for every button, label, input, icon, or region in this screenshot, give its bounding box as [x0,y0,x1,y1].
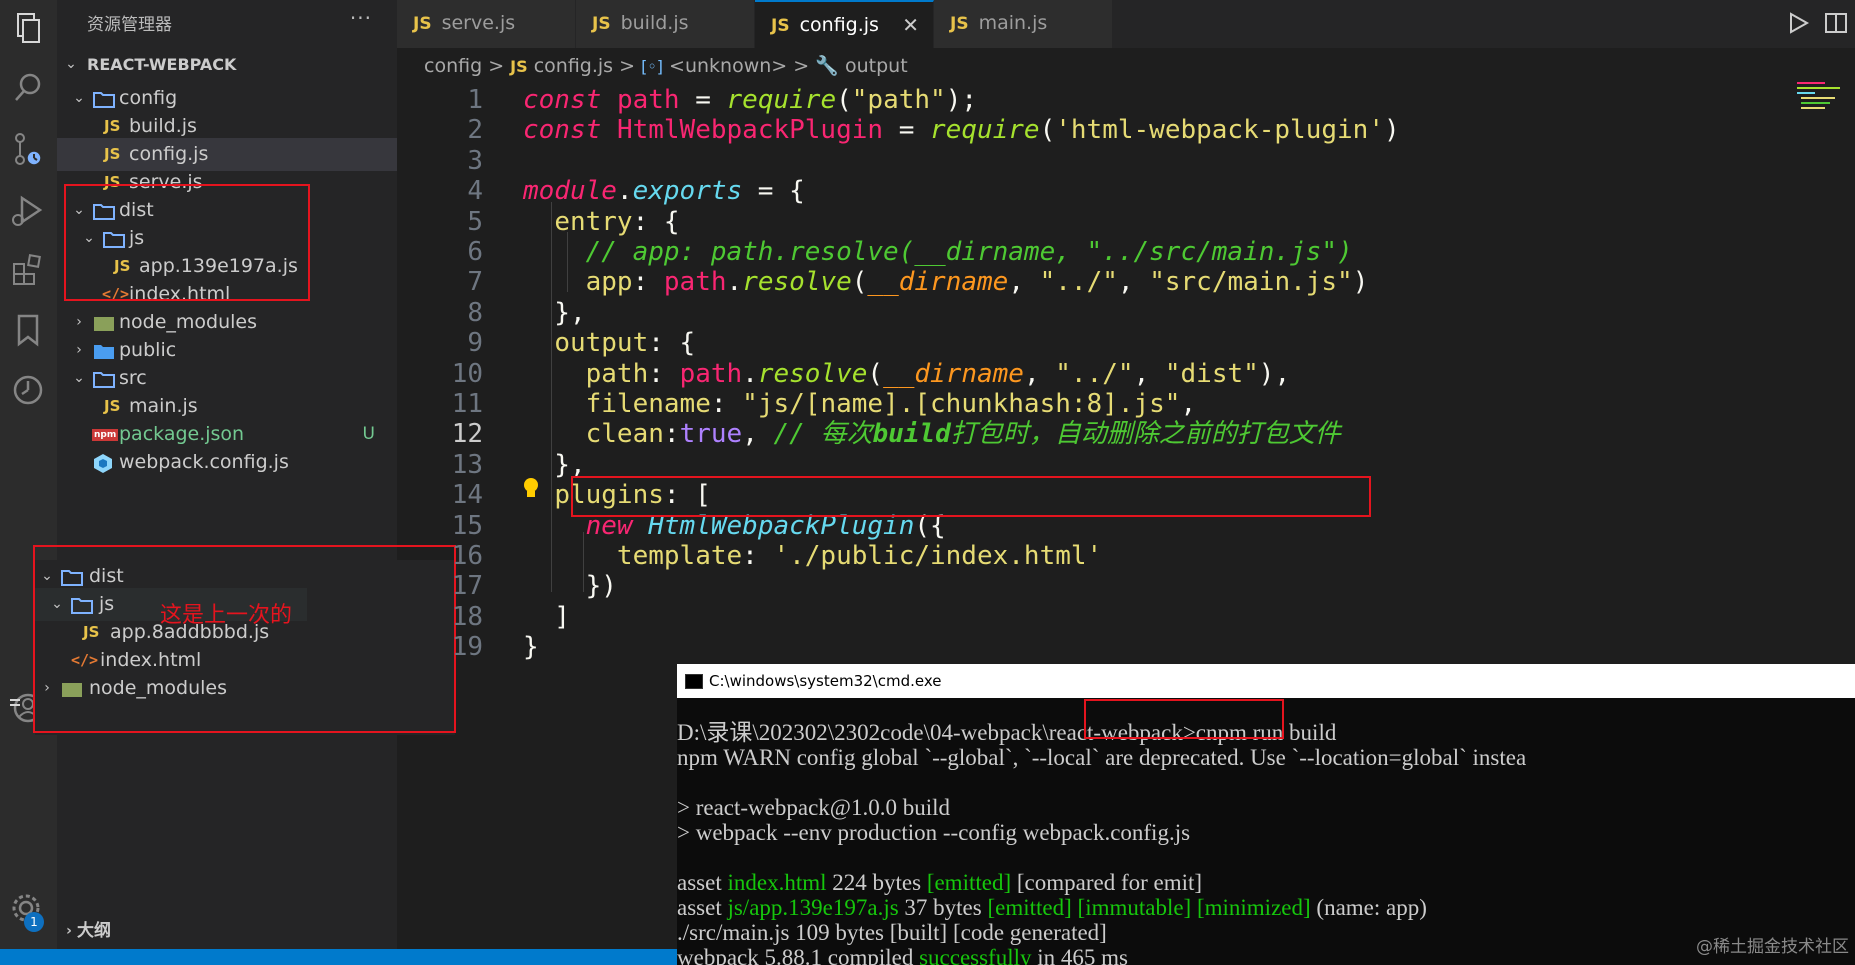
tab-main-js[interactable]: JS main.js [934,0,1113,48]
js-file-icon: JS [950,14,969,34]
line-number: 19 [451,632,483,663]
cmd-line: > webpack --env production --config webp… [677,820,1191,845]
cmd-text: js/app.139e197a.js [727,895,899,920]
workspace-root[interactable]: ⌄ REACT-WEBPACK [57,48,397,81]
cmd-text: successfully [919,945,1032,965]
highlight-new-dist [64,184,310,301]
chevron-right-icon: > [619,55,636,77]
tab-label: build.js [620,12,689,34]
cmd-text: in 465 ms [1031,945,1128,965]
cmd-text: asset [677,895,728,920]
source-control-icon[interactable] [8,130,48,170]
cmd-text: [emitted] [immutable] [minimized] [987,895,1311,920]
js-file-icon: JS [413,14,432,34]
cmd-text: [emitted] [926,870,1012,895]
notification-badge: 1 [24,912,44,932]
chevron-down-icon: ⌄ [65,56,77,72]
cmd-line: ./src/main.js 109 bytes [built] [code ge… [677,920,1107,945]
cmd-text: webpack 5.88.1 compiled [677,945,920,965]
run-debug-icon[interactable] [8,190,48,230]
tab-serve-js[interactable]: JS serve.js [397,0,576,48]
editor-tab-bar: JS serve.js JS build.js JS config.js ✕ JS ma… [397,0,1855,48]
extensions-icon[interactable] [8,250,48,290]
run-icon[interactable] [1785,10,1811,36]
cmd-window[interactable]: C:\windows\system32\cmd.exe D:\录课\202302… [677,664,1855,965]
chevron-right-icon: > [793,55,810,77]
cmd-text: 224 bytes [826,870,927,895]
cmd-text: [compared for emit] [1011,870,1203,895]
tab-config-js[interactable]: JS config.js ✕ [755,0,934,48]
outline-section[interactable]: › 大纲 [57,915,397,948]
bookmark-icon[interactable] [8,310,48,350]
breadcrumb: config > JS config.js > [◦] <unknown> > … [424,51,908,81]
chevron-right-icon: › [66,923,72,939]
console-icon [685,674,703,689]
explorer-sidebar: 资源管理器 ··· ⌄ REACT-WEBPACK ⌄ config JS bu… [57,0,397,965]
symbol-variable-icon: [◦] [641,57,663,76]
cmd-text: index.html [727,870,827,895]
watermark: @稀土掘金技术社区 [1696,937,1849,957]
cmd-line: asset js/app.139e197a.js 37 bytes [emitt… [677,895,1427,921]
tree-label: webpack.config.js [119,451,289,473]
lightbulb-icon[interactable] [522,476,540,500]
npm-icon: npm [92,429,119,441]
webpack-icon [93,446,113,479]
tab-label: config.js [799,14,879,36]
code-line[interactable]: 19} [397,629,1855,665]
cmd-text: asset [677,870,728,895]
timeline-icon[interactable] [8,370,48,410]
workspace-root-label: REACT-WEBPACK [87,55,237,74]
status-bar [0,949,677,965]
js-file-icon: JS [771,16,790,36]
js-file-icon: JS [592,14,611,34]
cmd-line: webpack 5.88.1 compiled successfully in … [677,945,1128,965]
search-icon[interactable] [8,68,48,108]
tab-label: main.js [978,12,1048,34]
outline-label: 大纲 [77,921,111,941]
cmd-line: npm WARN config global `--global`, `--lo… [677,745,1527,770]
highlight-clean-option [571,476,1371,517]
breadcrumb-property[interactable]: output [845,55,908,77]
activity-bar: 1 [0,0,58,965]
split-editor-icon[interactable] [1823,10,1849,36]
tab-build-js[interactable]: JS build.js [576,0,755,48]
tab-label: serve.js [441,12,516,34]
cmd-title-bar[interactable]: C:\windows\system32\cmd.exe [677,664,1855,698]
cmd-text: (name: app) [1310,895,1427,920]
cmd-title: C:\windows\system32\cmd.exe [709,672,942,690]
wrench-icon: 🔧 [815,55,839,77]
more-actions-button[interactable]: ··· [350,6,372,30]
highlight-previous-dist [33,545,456,733]
cmd-line: > react-webpack@1.0.0 build [677,795,951,820]
close-icon[interactable]: ✕ [902,2,919,48]
code-text: } [523,632,539,663]
cmd-line: asset index.html 224 bytes [emitted] [co… [677,870,1202,896]
tree-file-webpack-config[interactable]: webpack.config.js [57,446,397,479]
cmd-text: 37 bytes [898,895,988,920]
explorer-icon[interactable] [8,8,48,48]
js-file-icon: JS [510,57,528,76]
minimap[interactable] [1795,80,1850,110]
sidebar-title: 资源管理器 [87,15,172,35]
chevron-right-icon: > [488,55,505,77]
highlight-build-command [1084,699,1284,739]
breadcrumb-file[interactable]: config.js [534,55,613,77]
breadcrumb-folder[interactable]: config [424,55,482,77]
breadcrumb-symbol[interactable]: <unknown> [669,55,787,77]
